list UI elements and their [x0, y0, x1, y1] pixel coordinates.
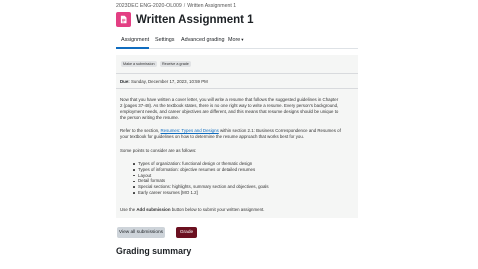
tab-assignment[interactable]: Assignment: [121, 37, 149, 43]
active-tab-indicator: [116, 47, 149, 49]
view-all-submissions-button[interactable]: View all submissions: [117, 227, 165, 238]
instruction-after: button below to submit your written assi…: [170, 207, 265, 212]
divider: [116, 73, 358, 74]
secondary-navigation: Assignment Settings Advanced grading Mor…: [116, 33, 358, 49]
instruction-bold: Add submission: [136, 207, 171, 212]
tab-more-label: More: [228, 37, 241, 43]
breadcrumb: 2023DEC ENG-2020-OL009/Written Assignmen…: [116, 3, 236, 9]
page-title: Written Assignment 1: [136, 13, 254, 26]
divider: [116, 88, 358, 89]
tab-advanced-grading[interactable]: Advanced grading: [181, 37, 224, 43]
status-pill-grade: Receive a grade: [160, 61, 191, 67]
due-value: Sunday, December 17, 2023, 10:59 PM: [131, 79, 208, 84]
intro-line: employment needs, and career objectives …: [120, 108, 339, 114]
breadcrumb-course-link[interactable]: 2023DEC ENG-2020-OL009: [116, 3, 182, 9]
instruction-text: Use the Add submission button below to s…: [120, 207, 356, 213]
tab-settings[interactable]: Settings: [155, 37, 174, 43]
list-item: Early career resumes [MO 1.2]: [133, 190, 269, 196]
intro-line: 2 (pages 37-48). As the textbook states,…: [120, 102, 339, 108]
intro-paragraph: Now that you have written a cover letter…: [120, 97, 356, 121]
refer-text: Refer to the section,: [120, 128, 161, 133]
breadcrumb-current: Written Assignment 1: [187, 3, 237, 9]
intro-line: the person writing the resume.: [120, 114, 180, 120]
status-pill-submission: Make a submission: [121, 61, 157, 67]
consider-text: Some points to consider are as follows:: [120, 148, 197, 153]
refer-text: within section 2.1: Business Corresponde…: [218, 128, 341, 133]
breadcrumb-separator: /: [183, 3, 186, 9]
points-list: Types of organization: functional design…: [133, 161, 269, 196]
tab-more[interactable]: More▾: [228, 37, 244, 43]
assignment-panel: Make a submission Receive a grade Due: S…: [116, 55, 358, 218]
assignment-icon: [116, 12, 131, 27]
resumes-types-link[interactable]: Resumes: Types and Designs: [161, 128, 219, 133]
grading-summary-heading: Grading summary: [116, 246, 192, 256]
grade-button[interactable]: Grade: [176, 227, 197, 238]
due-date: Due: Sunday, December 17, 2023, 10:59 PM: [120, 79, 208, 84]
refer-paragraph: Refer to the section, Resumes: Types and…: [120, 128, 356, 140]
caret-down-icon: ▾: [241, 37, 244, 42]
due-label: Due:: [120, 79, 130, 84]
instruction-before: Use the: [120, 207, 137, 212]
refer-line: your textbook for guidelines on how to d…: [120, 133, 305, 139]
page-header: Written Assignment 1: [116, 12, 254, 27]
